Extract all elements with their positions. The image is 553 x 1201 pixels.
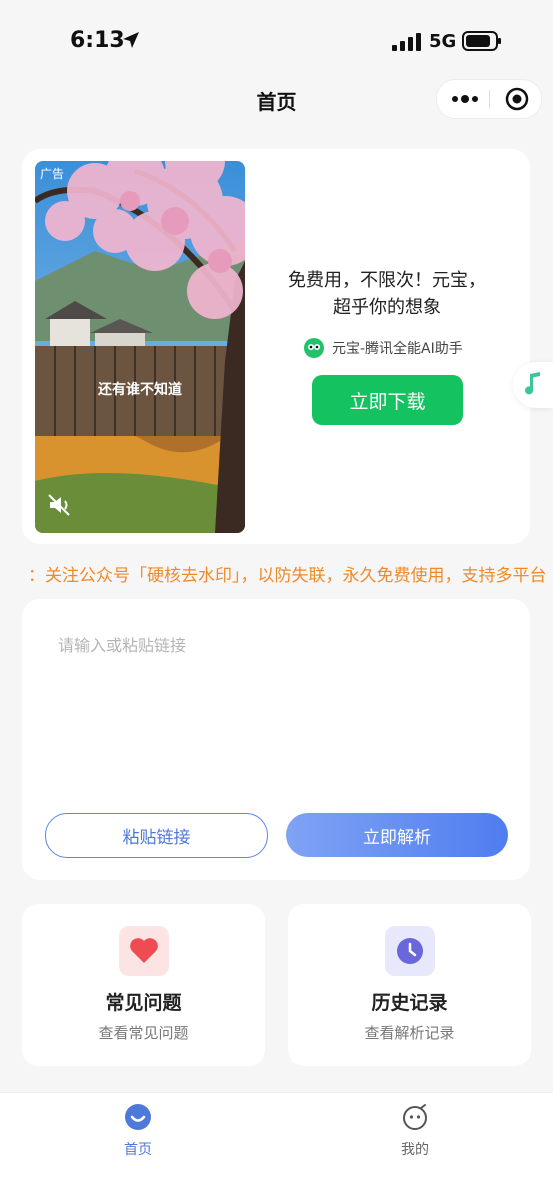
music-note-icon <box>525 372 540 395</box>
status-time: 6:13 <box>70 28 125 53</box>
faq-card[interactable]: 常见问题 查看常见问题 <box>22 904 265 1066</box>
download-button[interactable]: 立即下载 <box>312 375 463 425</box>
network-type: 5G <box>429 31 457 52</box>
faq-title: 常见问题 <box>105 992 182 1014</box>
history-card[interactable]: 历史记录 查看解析记录 <box>288 904 531 1066</box>
tab-home[interactable]: 首页 <box>98 1103 178 1159</box>
capsule-divider <box>489 90 490 108</box>
heart-icon <box>119 926 169 976</box>
history-subtitle: 查看解析记录 <box>364 1024 455 1042</box>
status-bar: 6:13 5G <box>0 0 553 80</box>
ad-video-scene <box>35 161 245 533</box>
music-float-button[interactable] <box>513 362 553 408</box>
history-title: 历史记录 <box>371 992 448 1014</box>
ad-headline-line1: 免费用，不限次！元宝， <box>288 270 486 291</box>
home-smile-icon <box>125 1104 151 1130</box>
ad-card[interactable]: 广告 还有谁不知道 免费用，不限次！元宝， 超乎你的想象 元宝-腾讯全能AI助手… <box>22 149 530 544</box>
yuanbao-app-icon <box>304 338 324 358</box>
ad-headline: 免费用，不限次！元宝， 超乎你的想象 <box>272 267 502 321</box>
ad-app-name: 元宝-腾讯全能AI助手 <box>332 341 463 357</box>
ad-tag: 广告 <box>40 167 65 181</box>
tab-me-label: 我的 <box>401 1142 429 1158</box>
ad-headline-line2: 超乎你的想象 <box>333 297 441 318</box>
ad-video[interactable]: 广告 还有谁不知道 <box>35 161 245 533</box>
more-dots-icon[interactable] <box>451 89 479 109</box>
link-input-card: 粘贴链接 立即解析 <box>22 599 530 880</box>
close-target-icon[interactable] <box>505 87 529 111</box>
profile-face-icon <box>403 1104 427 1130</box>
notice-marquee: ：关注公众号「硬核去水印」，以防失联，永久免费使用，支持多平台 <box>28 566 547 586</box>
mute-icon[interactable] <box>47 493 73 517</box>
paste-link-button[interactable]: 粘贴链接 <box>45 813 268 858</box>
location-arrow-icon <box>123 32 139 48</box>
cellular-signal-icon <box>392 33 421 51</box>
ad-video-caption: 还有谁不知道 <box>98 382 182 398</box>
tab-me[interactable]: 我的 <box>375 1103 455 1159</box>
link-input[interactable] <box>56 635 500 656</box>
faq-subtitle: 查看常见问题 <box>98 1024 189 1042</box>
battery-icon <box>462 31 501 51</box>
mini-program-capsule <box>436 79 542 119</box>
clock-icon <box>385 926 435 976</box>
ad-app-info: 元宝-腾讯全能AI助手 <box>304 338 463 358</box>
tab-bar: 首页 我的 <box>0 1092 553 1201</box>
tab-home-label: 首页 <box>124 1142 152 1158</box>
parse-now-button[interactable]: 立即解析 <box>286 813 508 857</box>
